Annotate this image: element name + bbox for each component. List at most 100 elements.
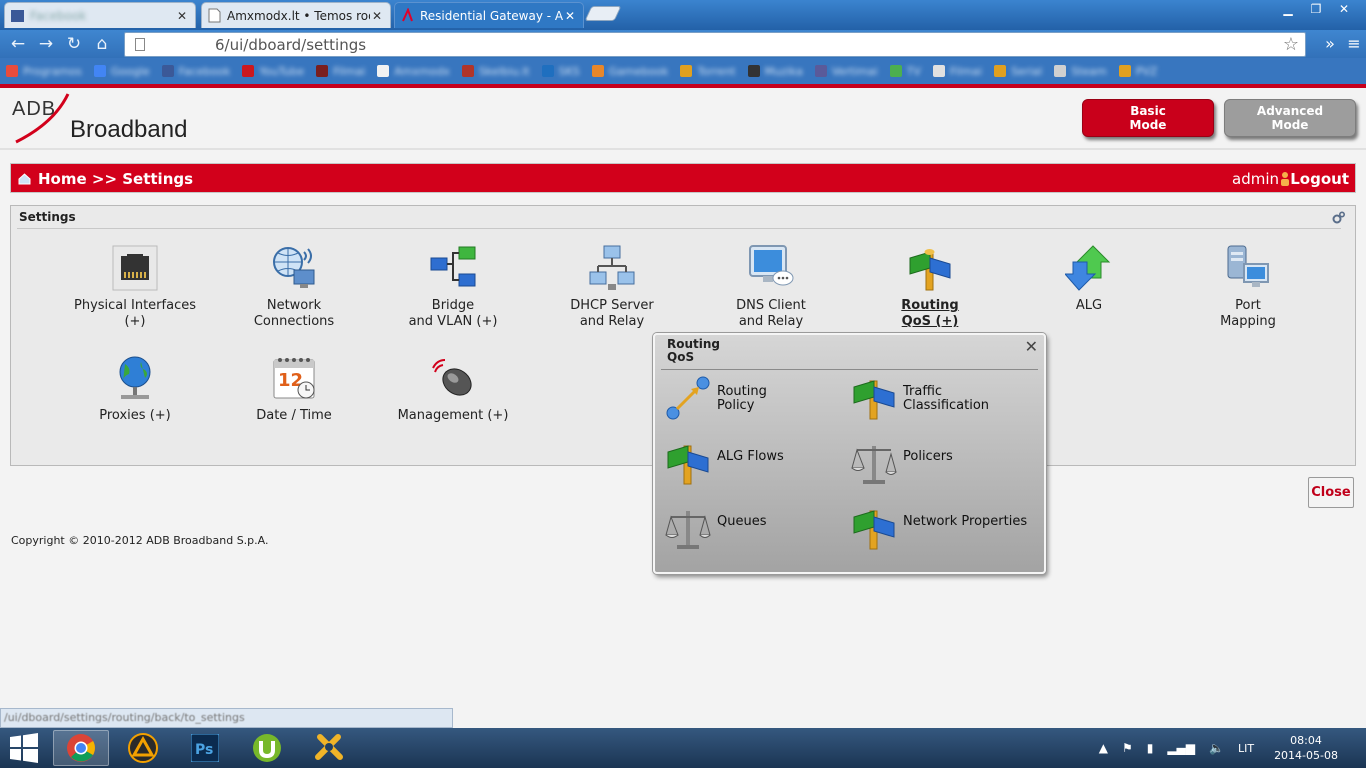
popup-item-policers[interactable]: Policers	[851, 440, 1033, 486]
address-bar[interactable]: 6/ui/dboard/settings ☆	[124, 32, 1306, 57]
reload-icon[interactable]: ↻	[60, 32, 88, 56]
bookmark-item[interactable]: Programos	[6, 65, 82, 78]
home-icon[interactable]: ⌂	[88, 32, 116, 56]
bookmark-favicon-icon	[6, 65, 18, 77]
popup-item-label: Network Properties	[903, 505, 1053, 529]
basic-mode-button[interactable]: Basic Mode	[1082, 99, 1214, 137]
bookmark-item[interactable]: Skelbiu.lt	[461, 65, 530, 78]
bookmark-item[interactable]: Gamebook	[591, 64, 669, 78]
settings-item-network-connections[interactable]: Network Connections	[214, 244, 374, 330]
basic-mode-line2: Mode	[1129, 118, 1167, 132]
restore-icon[interactable]: ❐	[1302, 0, 1330, 18]
settings-item-dns-client[interactable]: DNS Client and Relay	[691, 244, 851, 330]
popup-item-routing-policy[interactable]: Routing Policy	[665, 375, 847, 421]
bookmark-item[interactable]: YouTube	[242, 65, 304, 78]
popup-item-traffic-classification[interactable]: Traffic Classification	[851, 375, 1033, 421]
forward-arrow-icon[interactable]: →	[32, 32, 60, 56]
settings-item-port-mapping[interactable]: Port Mapping	[1168, 244, 1328, 330]
popup-title: Routing QoS	[667, 338, 720, 364]
bookmark-item[interactable]: Amxmodx	[377, 65, 450, 78]
adb-favicon-icon	[402, 8, 413, 22]
item-label-line1: Port	[1235, 298, 1261, 313]
taskbar-utorrent[interactable]	[239, 730, 295, 766]
bookmark-favicon-icon	[242, 65, 255, 77]
popup-close-icon[interactable]: ✕	[1025, 337, 1038, 356]
back-arrow-icon[interactable]: ←	[4, 32, 32, 56]
bookmark-item[interactable]: Muzika	[747, 65, 803, 78]
taskbar-aimp[interactable]	[115, 730, 171, 766]
battery-icon[interactable]: ▮	[1147, 741, 1154, 755]
bookmark-favicon-icon	[377, 65, 390, 77]
bookmark-item[interactable]: SKS	[541, 65, 580, 78]
bookmark-label: Amxmodx	[394, 64, 450, 78]
popup-item-alg-flows[interactable]: ALG Flows	[665, 440, 847, 486]
bookmark-item[interactable]: Filmai	[316, 65, 365, 78]
bookmark-label: Programos	[23, 64, 82, 78]
bookmark-label: TV	[906, 64, 921, 78]
dhcp-server-icon	[589, 245, 635, 290]
bookmark-item[interactable]: Google	[93, 65, 150, 78]
settings-item-dhcp-server[interactable]: DHCP Server and Relay	[532, 244, 692, 330]
popup-item-network-properties[interactable]: Network Properties	[851, 505, 1053, 551]
settings-item-physical-interfaces[interactable]: Physical Interfaces (+)	[55, 244, 215, 330]
popup-item-queues[interactable]: Queues	[665, 505, 847, 551]
settings-item-management[interactable]: Management (+)	[373, 354, 533, 424]
tab-close-icon[interactable]: ✕	[370, 9, 384, 23]
bookmark-item[interactable]: Facebook	[161, 65, 230, 78]
settings-item-bridge-vlan[interactable]: Bridge and VLAN (+)	[373, 244, 533, 330]
tab-close-icon[interactable]: ✕	[175, 9, 189, 23]
bookmark-label: Gamebook	[608, 64, 669, 78]
bookmark-item[interactable]: Filmai	[932, 65, 982, 78]
tray-expand-icon[interactable]: ▲	[1099, 741, 1108, 755]
bookmark-item[interactable]: TV	[889, 64, 921, 78]
bookmark-item[interactable]: Serial	[994, 65, 1042, 78]
advanced-mode-line2: Mode	[1271, 118, 1309, 132]
label-line1: ALG Flows	[717, 449, 784, 464]
windows-taskbar: Ps ▲ ⚑ ▮ ▂▄▆ 🔈 LIT 08:04 2014-05-08	[0, 728, 1366, 768]
photoshop-icon: Ps	[191, 734, 219, 762]
item-label-line1: Network	[266, 298, 322, 313]
browser-tab-3-active[interactable]: Residential Gateway - ADB ✕	[394, 2, 584, 28]
browser-tab-2[interactable]: Amxmodx.lt • Temos rody ✕	[201, 2, 391, 28]
item-label-line2: and Relay	[738, 314, 804, 329]
taskbar-gamepad-app[interactable]	[301, 730, 357, 766]
logout-link[interactable]: Logout	[1290, 170, 1349, 188]
popup-item-label: Routing Policy	[717, 375, 847, 413]
tab-close-icon[interactable]: ✕	[563, 9, 577, 23]
breadcrumb[interactable]: Home >> Settings	[38, 170, 193, 188]
bookmark-item[interactable]: Torrent	[680, 65, 736, 78]
home-icon[interactable]	[18, 173, 31, 185]
bookmark-favicon-icon	[889, 65, 902, 77]
bookmark-item[interactable]: Vertimai	[814, 65, 878, 78]
windows-start-icon[interactable]	[8, 733, 40, 763]
settings-gear-icon[interactable]	[1332, 211, 1345, 224]
bookmark-star-icon[interactable]: ☆	[1283, 34, 1299, 55]
address-url[interactable]: 6/ui/dboard/settings	[215, 36, 1283, 54]
language-indicator[interactable]: LIT	[1238, 742, 1254, 755]
settings-item-alg[interactable]: ALG	[1009, 244, 1169, 314]
new-tab-button[interactable]	[584, 6, 622, 21]
chrome-menu-icon[interactable]: ≡	[1342, 32, 1366, 56]
close-button[interactable]: Close	[1308, 477, 1354, 508]
bookmark-item[interactable]: PVZ	[1118, 65, 1157, 78]
proxy-globe-icon	[119, 356, 151, 399]
taskbar-photoshop[interactable]: Ps	[177, 730, 233, 766]
volume-icon[interactable]: 🔈	[1209, 741, 1224, 755]
network-signal-icon[interactable]: ▂▄▆	[1167, 741, 1195, 755]
taskbar-chrome[interactable]	[53, 730, 109, 766]
aimp-player-icon	[128, 733, 158, 763]
settings-item-date-time[interactable]: 12 Date / Time	[214, 354, 374, 424]
dns-client-icon	[749, 245, 794, 286]
settings-item-routing-qos[interactable]: Routing QoS (+)	[850, 244, 1010, 330]
extensions-overflow-icon[interactable]: »	[1318, 32, 1342, 56]
close-window-icon[interactable]: ✕	[1330, 0, 1358, 18]
settings-item-proxies[interactable]: Proxies (+)	[55, 354, 215, 424]
advanced-mode-button[interactable]: Advanced Mode	[1224, 99, 1356, 137]
item-label-line1: Bridge	[431, 298, 475, 313]
browser-tab-1[interactable]: Facebook ✕	[4, 2, 196, 28]
taskbar-clock[interactable]: 08:04 2014-05-08	[1274, 733, 1338, 763]
action-center-flag-icon[interactable]: ⚑	[1122, 741, 1133, 755]
minimize-icon[interactable]: ▁	[1274, 0, 1302, 18]
bookmark-item[interactable]: Steam	[1054, 65, 1107, 78]
panel-title: Settings	[19, 210, 76, 224]
